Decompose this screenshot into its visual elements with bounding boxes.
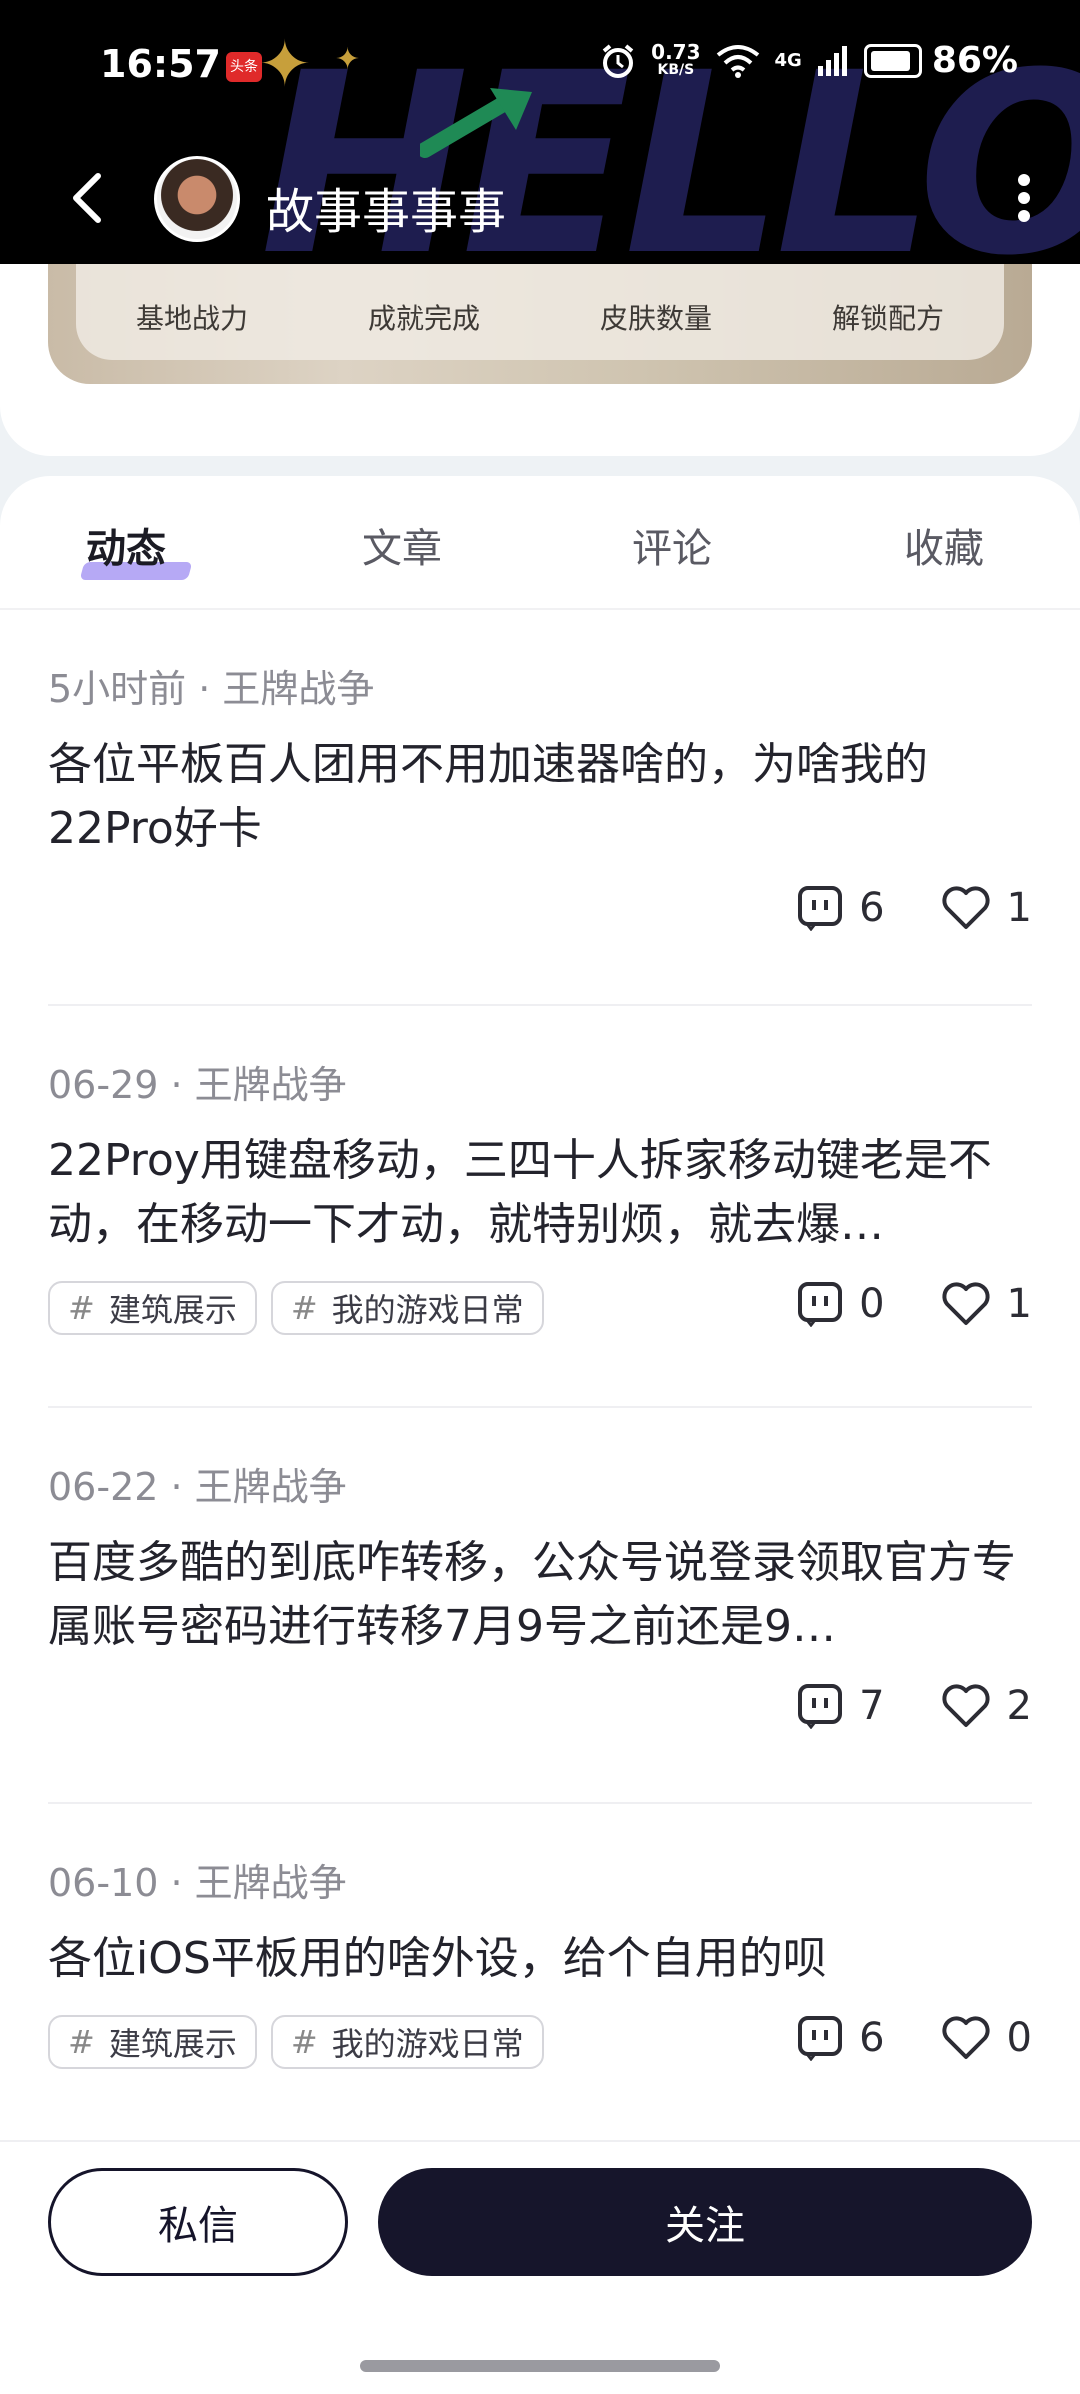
post-footer: 6 1 xyxy=(48,879,1032,949)
net-speed: 0.73 KB/S xyxy=(651,39,701,78)
tab-favorites[interactable]: 收藏 xyxy=(904,516,984,574)
topic-tag[interactable]: # 建筑展示 xyxy=(48,1281,257,1335)
post-meta: 06-29 · 王牌战争 xyxy=(48,1063,347,1107)
heart-icon[interactable] xyxy=(941,2015,991,2061)
post-meta: 06-22 · 王牌战争 xyxy=(48,1465,347,1509)
divider xyxy=(48,1802,1032,1804)
tag-list: # 建筑展示 # 我的游戏日常 xyxy=(48,1281,544,1335)
comment-icon[interactable] xyxy=(797,1281,843,1327)
profile-card: 基地战力 成就完成 皮肤数量 解锁配方 xyxy=(0,264,1080,456)
game-stats-banner: 基地战力 成就完成 皮肤数量 解锁配方 xyxy=(48,264,1032,384)
heart-icon[interactable] xyxy=(941,885,991,931)
bottom-action-bar: 私信 关注 xyxy=(0,2140,1080,2394)
post-item[interactable]: 06-29 · 王牌战争 22Proy用键盘移动，三四十人拆家移动键老是不动，在… xyxy=(48,1054,1032,1345)
comment-icon[interactable] xyxy=(797,2015,843,2061)
comment-count: 7 xyxy=(859,1683,885,1729)
status-time: 16:57 xyxy=(100,42,221,86)
top-nav: 故事事事事 xyxy=(0,150,1080,250)
post-meta: 5小时前 · 王牌战争 xyxy=(48,667,375,711)
home-indicator[interactable] xyxy=(360,2360,720,2372)
comment-count: 6 xyxy=(859,2015,885,2061)
post-title[interactable]: 各位iOS平板用的啥外设，给个自用的呗 xyxy=(48,1927,1032,1991)
status-right: 0.73 KB/S 4G 86% xyxy=(599,40,1018,81)
stat-label: 基地战力 xyxy=(135,302,248,335)
tag-list: # 建筑展示 # 我的游戏日常 xyxy=(48,2015,544,2069)
like-count: 1 xyxy=(1006,885,1032,931)
wifi-icon xyxy=(716,44,759,78)
post-item[interactable]: 06-10 · 王牌战争 各位iOS平板用的啥外设，给个自用的呗 # 建筑展示 #… xyxy=(48,1852,1032,2079)
post-stats: 6 0 xyxy=(797,2015,1032,2061)
comment-count: 6 xyxy=(859,885,885,931)
topic-tag[interactable]: # 建筑展示 xyxy=(48,2015,257,2069)
post-item[interactable]: 06-22 · 王牌战争 百度多酷的到底咋转移，公众号说登录领取官方专属账号密码… xyxy=(48,1456,1032,1747)
back-arrow-icon[interactable] xyxy=(66,170,106,226)
more-vertical-icon[interactable] xyxy=(1012,168,1036,228)
divider xyxy=(48,1406,1032,1408)
like-count: 0 xyxy=(1006,2015,1032,2061)
heart-icon[interactable] xyxy=(941,1281,991,1327)
battery-percent: 86% xyxy=(931,40,1018,81)
tab-posts[interactable]: 动态 xyxy=(86,516,166,574)
avatar[interactable] xyxy=(154,156,240,242)
stat-label: 解锁配方 xyxy=(831,302,944,335)
profile-header: HELLO ✦ ✦ 16:57 头条 0.73 KB/S 4G 86% 故事事事… xyxy=(0,0,1080,264)
tab-articles[interactable]: 文章 xyxy=(362,516,442,574)
content-feed: 动态 文章 评论 收藏 5小时前 · 王牌战争 各位平板百人团用不用加速器啥的，… xyxy=(0,476,1080,2140)
post-stats: 7 2 xyxy=(797,1683,1032,1729)
tab-comments[interactable]: 评论 xyxy=(632,516,712,574)
like-count: 2 xyxy=(1006,1683,1032,1729)
app-notification-badge: 头条 xyxy=(226,52,262,82)
topic-tag[interactable]: # 我的游戏日常 xyxy=(270,2015,544,2069)
post-footer: 7 2 xyxy=(48,1677,1032,1747)
network-type: 4G xyxy=(774,50,802,71)
follow-button[interactable]: 关注 xyxy=(378,2168,1032,2276)
tab-bar: 动态 文章 评论 收藏 xyxy=(0,476,1080,610)
private-message-button[interactable]: 私信 xyxy=(48,2168,348,2276)
post-footer: # 建筑展示 # 我的游戏日常 0 1 xyxy=(48,1275,1032,1345)
battery-icon xyxy=(863,43,922,78)
topic-tag[interactable]: # 我的游戏日常 xyxy=(270,1281,544,1335)
status-bar: 16:57 头条 0.73 KB/S 4G 86% xyxy=(0,0,1080,130)
post-item[interactable]: 5小时前 · 王牌战争 各位平板百人团用不用加速器啥的，为啥我的22Pro好卡 … xyxy=(48,658,1032,949)
stats-row: 基地战力 成就完成 皮肤数量 解锁配方 xyxy=(76,264,1004,360)
post-title[interactable]: 22Proy用键盘移动，三四十人拆家移动键老是不动，在移动一下才动，就特别烦，就… xyxy=(48,1129,1032,1257)
post-footer: # 建筑展示 # 我的游戏日常 6 0 xyxy=(48,2009,1032,2079)
signal-icon xyxy=(817,45,847,76)
stat-label: 皮肤数量 xyxy=(599,302,712,335)
comment-count: 0 xyxy=(859,1281,885,1327)
like-count: 1 xyxy=(1006,1281,1032,1327)
post-stats: 6 1 xyxy=(797,885,1032,931)
alarm-icon xyxy=(602,43,634,78)
stat-label: 成就完成 xyxy=(367,302,480,335)
post-stats: 0 1 xyxy=(797,1281,1032,1327)
heart-icon[interactable] xyxy=(941,1683,991,1729)
post-meta: 06-10 · 王牌战争 xyxy=(48,1861,347,1905)
comment-icon[interactable] xyxy=(797,1683,843,1729)
user-name: 故事事事事 xyxy=(266,184,507,240)
battery-indicator: 86% xyxy=(863,40,1018,81)
post-title[interactable]: 百度多酷的到底咋转移，公众号说登录领取官方专属账号密码进行转移7月9号之前还是9… xyxy=(48,1531,1032,1659)
divider xyxy=(48,1004,1032,1006)
comment-icon[interactable] xyxy=(797,885,843,931)
post-title[interactable]: 各位平板百人团用不用加速器啥的，为啥我的22Pro好卡 xyxy=(48,733,1032,861)
